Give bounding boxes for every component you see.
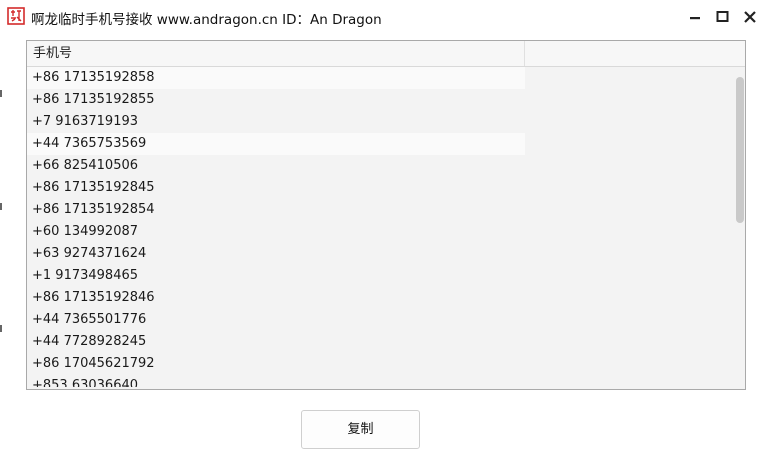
window-title: 啊龙临时手机号接收 www.andragon.cn ID：An Dragon xyxy=(31,12,382,28)
phone-number-cell: +66 825410506 xyxy=(32,158,139,173)
table-row[interactable]: +44 7365501776 xyxy=(27,309,733,331)
phone-number-cell: +86 17135192855 xyxy=(32,92,155,107)
app-seal-icon xyxy=(7,7,25,25)
phone-number-cell: +60 134992087 xyxy=(32,224,139,239)
table-row[interactable]: +44 7365753569 xyxy=(27,133,733,155)
table-row[interactable]: +853 63036640 xyxy=(27,375,733,387)
close-icon[interactable] xyxy=(741,8,759,26)
table-row[interactable]: +86 17045621792 xyxy=(27,353,733,375)
table-body: +86 17135192858 +86 17135192855 +7 91637… xyxy=(27,67,733,387)
column-header-filler xyxy=(525,41,745,66)
table-row[interactable]: +86 17135192846 xyxy=(27,287,733,309)
vertical-scrollbar[interactable] xyxy=(733,67,745,389)
phone-number-cell: +1 9173498465 xyxy=(32,268,139,283)
phone-number-cell: +44 7365753569 xyxy=(27,133,525,155)
title-bar: 啊龙临时手机号接收 www.andragon.cn ID：An Dragon xyxy=(0,0,771,34)
table-row[interactable]: +44 7728928245 xyxy=(27,331,733,353)
phone-number-cell: +86 17135192854 xyxy=(32,202,155,217)
phone-number-cell: +7 9163719193 xyxy=(32,114,139,129)
phone-number-cell: +44 7365501776 xyxy=(32,312,147,327)
table-row[interactable]: +60 134992087 xyxy=(27,221,733,243)
phone-number-cell: +63 9274371624 xyxy=(32,246,147,261)
copy-button[interactable]: 复制 xyxy=(301,410,420,449)
table-row[interactable]: +86 17135192855 xyxy=(27,89,733,111)
table-row[interactable]: +86 17135192858 xyxy=(27,67,733,89)
phone-number-cell: +86 17135192858 xyxy=(27,67,525,89)
table-header: 手机号 xyxy=(27,41,745,67)
minimize-icon[interactable] xyxy=(687,8,705,26)
edge-mark xyxy=(0,325,2,332)
phone-number-cell: +853 63036640 xyxy=(32,378,139,387)
table-row[interactable]: +66 825410506 xyxy=(27,155,733,177)
column-header-phone[interactable]: 手机号 xyxy=(27,41,525,66)
edge-mark xyxy=(0,90,2,97)
table-row[interactable]: +63 9274371624 xyxy=(27,243,733,265)
maximize-icon[interactable] xyxy=(714,8,732,26)
phone-number-cell: +44 7728928245 xyxy=(32,334,147,349)
phone-number-cell: +86 17135192845 xyxy=(32,180,155,195)
scrollbar-thumb[interactable] xyxy=(736,77,744,223)
table-row[interactable]: +1 9173498465 xyxy=(27,265,733,287)
table-row[interactable]: +7 9163719193 xyxy=(27,111,733,133)
table-row[interactable]: +86 17135192845 xyxy=(27,177,733,199)
phone-number-cell: +86 17135192846 xyxy=(32,290,155,305)
table-row[interactable]: +86 17135192854 xyxy=(27,199,733,221)
phone-number-cell: +86 17045621792 xyxy=(32,356,155,371)
edge-mark xyxy=(0,203,2,210)
phone-number-table: 手机号 +86 17135192858 +86 17135192855 +7 9… xyxy=(26,40,746,390)
